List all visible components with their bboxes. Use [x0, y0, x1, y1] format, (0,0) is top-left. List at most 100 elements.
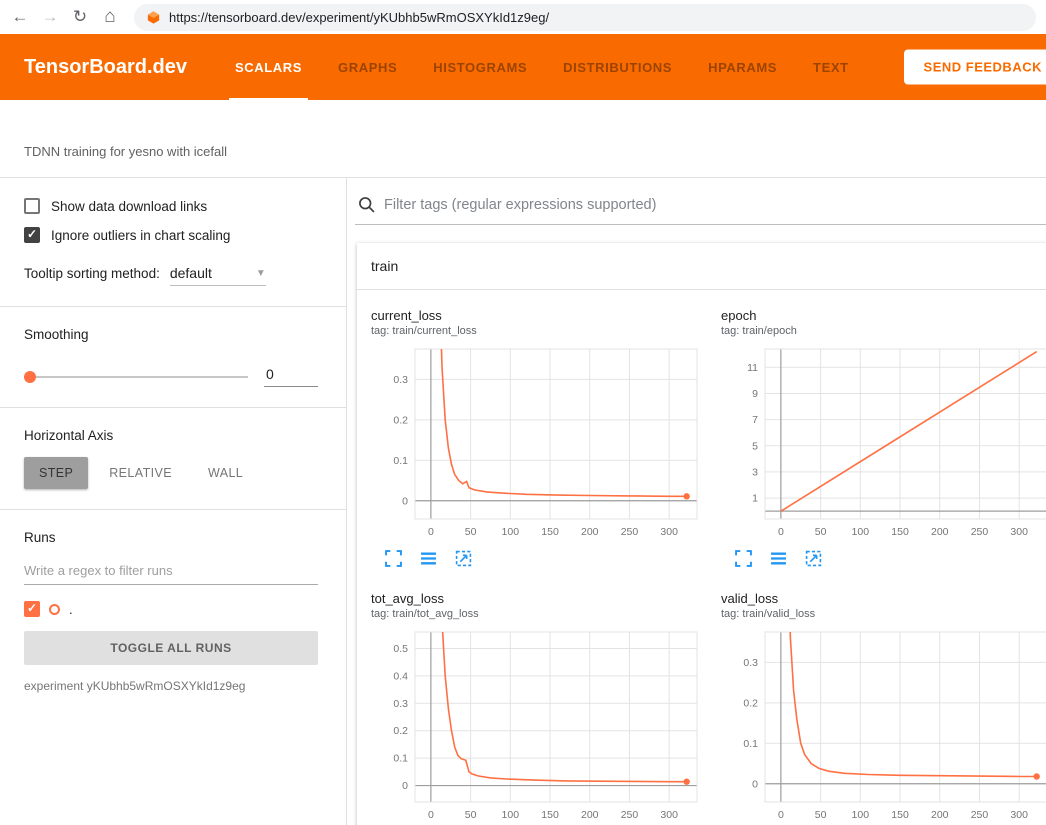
smoothing-slider[interactable] — [24, 376, 248, 378]
chart-tag: tag: train/valid_loss — [721, 608, 1046, 620]
ignore-outliers-checkbox[interactable] — [24, 227, 40, 243]
svg-text:200: 200 — [931, 526, 949, 538]
chart-title: valid_loss — [721, 591, 1046, 606]
runs-label: Runs — [24, 530, 318, 545]
data-table-icon[interactable] — [770, 550, 787, 567]
svg-text:300: 300 — [660, 526, 678, 538]
svg-text:300: 300 — [1010, 809, 1028, 821]
address-bar[interactable]: https://tensorboard.dev/experiment/yKUbh… — [134, 4, 1036, 31]
data-table-icon[interactable] — [420, 550, 437, 567]
fit-domain-icon[interactable] — [455, 550, 472, 567]
nav-tabs: SCALARS GRAPHS HISTOGRAMS DISTRIBUTIONS … — [235, 34, 849, 100]
svg-text:0: 0 — [778, 526, 784, 538]
tab-text[interactable]: TEXT — [813, 34, 849, 100]
svg-text:0.3: 0.3 — [743, 657, 758, 669]
svg-text:50: 50 — [465, 526, 477, 538]
svg-text:5: 5 — [752, 440, 758, 452]
line-chart-valid-loss[interactable]: 00.10.20.3050100150200250300 — [717, 626, 1046, 825]
svg-text:50: 50 — [815, 526, 827, 538]
svg-text:0: 0 — [752, 778, 758, 790]
svg-text:150: 150 — [891, 526, 909, 538]
chart-title: current_loss — [371, 308, 705, 323]
svg-text:1: 1 — [752, 493, 758, 505]
train-section-header[interactable]: train — [357, 243, 1046, 290]
svg-text:0.1: 0.1 — [393, 455, 408, 467]
chart-tag: tag: train/tot_avg_loss — [371, 608, 705, 620]
reload-icon[interactable]: ↻ — [70, 7, 90, 27]
tab-graphs[interactable]: GRAPHS — [338, 34, 397, 100]
fit-domain-icon[interactable] — [805, 550, 822, 567]
experiment-description: TDNN training for yesno with icefall — [0, 100, 1046, 178]
runs-filter-input[interactable] — [24, 555, 318, 585]
chart-card-epoch: epoch tag: train/epoch 13579110501001502… — [717, 298, 1046, 581]
horizontal-axis-label: Horizontal Axis — [24, 428, 318, 443]
svg-text:0.1: 0.1 — [393, 753, 408, 765]
chart-title: tot_avg_loss — [371, 591, 705, 606]
svg-text:250: 250 — [621, 526, 639, 538]
svg-text:150: 150 — [541, 809, 559, 821]
svg-text:100: 100 — [502, 809, 520, 821]
chevron-down-icon: ▼ — [256, 268, 266, 279]
svg-text:9: 9 — [752, 388, 758, 400]
expand-chart-icon[interactable] — [735, 550, 752, 567]
chart-title: epoch — [721, 308, 1046, 323]
smoothing-slider-row — [24, 366, 318, 387]
divider — [0, 407, 346, 408]
run-list-item: . — [24, 601, 318, 617]
chart-tag: tag: train/epoch — [721, 325, 1046, 337]
back-icon[interactable]: ← — [10, 7, 30, 27]
line-chart-epoch[interactable]: 1357911050100150200250300 — [717, 343, 1046, 543]
chart-toolbar — [385, 550, 705, 567]
experiment-id-caption: experiment yKUbhb5wRmOSXYkId1z9eg — [24, 679, 318, 693]
svg-text:250: 250 — [621, 809, 639, 821]
svg-text:50: 50 — [815, 809, 827, 821]
chart-tag: tag: train/current_loss — [371, 325, 705, 337]
tag-filter-input[interactable] — [384, 197, 1046, 213]
search-icon — [358, 196, 375, 213]
show-download-links-label: Show data download links — [51, 199, 207, 214]
axis-step-button[interactable]: STEP — [24, 457, 88, 489]
svg-text:0.4: 0.4 — [393, 670, 408, 682]
tab-hparams[interactable]: HPARAMS — [708, 34, 777, 100]
svg-text:200: 200 — [581, 809, 599, 821]
axis-wall-button[interactable]: WALL — [193, 457, 258, 489]
svg-text:300: 300 — [1010, 526, 1028, 538]
line-chart-current-loss[interactable]: 00.10.20.3050100150200250300 — [367, 343, 705, 543]
home-icon[interactable]: ⌂ — [100, 6, 120, 28]
svg-text:250: 250 — [971, 526, 989, 538]
svg-text:0.2: 0.2 — [743, 697, 758, 709]
svg-text:0.3: 0.3 — [393, 698, 408, 710]
expand-chart-icon[interactable] — [385, 550, 402, 567]
svg-text:250: 250 — [971, 809, 989, 821]
line-chart-tot-avg-loss[interactable]: 00.10.20.30.40.5050100150200250300 — [367, 626, 705, 825]
smoothing-label: Smoothing — [24, 327, 318, 342]
horizontal-axis-buttons: STEP RELATIVE WALL — [24, 457, 318, 489]
svg-text:100: 100 — [852, 526, 870, 538]
show-download-links-checkbox[interactable] — [24, 198, 40, 214]
axis-relative-button[interactable]: RELATIVE — [94, 457, 187, 489]
send-feedback-button[interactable]: SEND FEEDBACK — [904, 50, 1046, 85]
run-checkbox[interactable] — [24, 601, 40, 617]
svg-text:7: 7 — [752, 414, 758, 426]
tag-filter-row — [355, 190, 1046, 225]
settings-sidebar: Show data download links Ignore outliers… — [0, 178, 347, 825]
smoothing-value-input[interactable] — [264, 366, 318, 387]
toggle-all-runs-button[interactable]: TOGGLE ALL RUNS — [24, 631, 318, 665]
svg-text:0: 0 — [428, 809, 434, 821]
svg-text:0: 0 — [778, 809, 784, 821]
forward-icon[interactable]: → — [40, 7, 60, 27]
tooltip-sorting-dropdown[interactable]: default ▼ — [170, 265, 266, 286]
svg-text:0: 0 — [402, 495, 408, 507]
svg-text:0.5: 0.5 — [393, 643, 408, 655]
tab-histograms[interactable]: HISTOGRAMS — [433, 34, 527, 100]
brand-logo[interactable]: TensorBoard.dev — [24, 56, 187, 79]
tab-scalars[interactable]: SCALARS — [235, 34, 302, 100]
svg-text:0.2: 0.2 — [393, 414, 408, 426]
tab-distributions[interactable]: DISTRIBUTIONS — [563, 34, 672, 100]
svg-text:150: 150 — [891, 809, 909, 821]
smoothing-slider-thumb[interactable] — [24, 371, 36, 383]
ignore-outliers-row: Ignore outliers in chart scaling — [24, 227, 318, 243]
svg-text:200: 200 — [581, 526, 599, 538]
svg-text:11: 11 — [747, 362, 758, 374]
chart-card-tot-avg-loss: tot_avg_loss tag: train/tot_avg_loss 0 0.… — [367, 581, 705, 825]
